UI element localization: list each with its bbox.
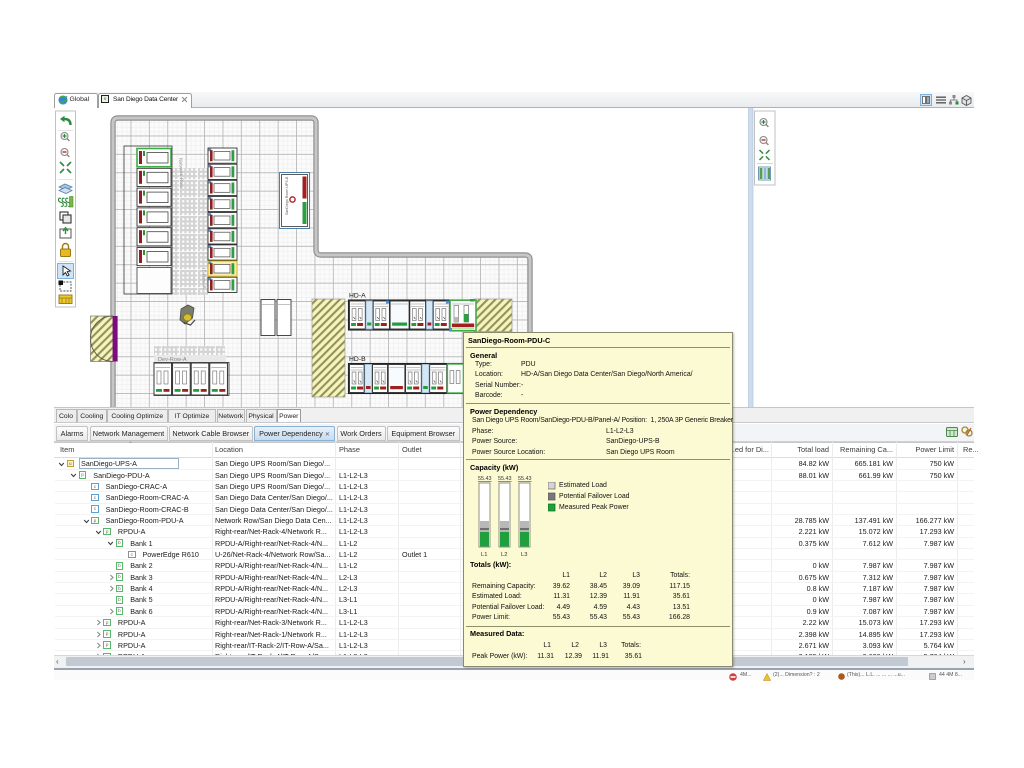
svg-text:SanDiego Room UPS-B: SanDiego Room UPS-B [285, 176, 289, 215]
svg-text:55.43: 55.43 [498, 476, 512, 482]
svg-text:Network Row: Network Row [177, 158, 184, 188]
svg-text:55.43: 55.43 [518, 476, 532, 482]
svg-text:55.43: 55.43 [478, 476, 492, 482]
svg-text:L2: L2 [501, 552, 507, 558]
svg-text:HD-A: HD-A [349, 293, 366, 300]
svg-text:L3: L3 [521, 552, 527, 558]
svg-text:L1: L1 [481, 552, 487, 558]
svg-text:HD-B: HD-B [349, 356, 366, 363]
svg-text:IT-Row-A: IT-Row-A [200, 268, 207, 290]
